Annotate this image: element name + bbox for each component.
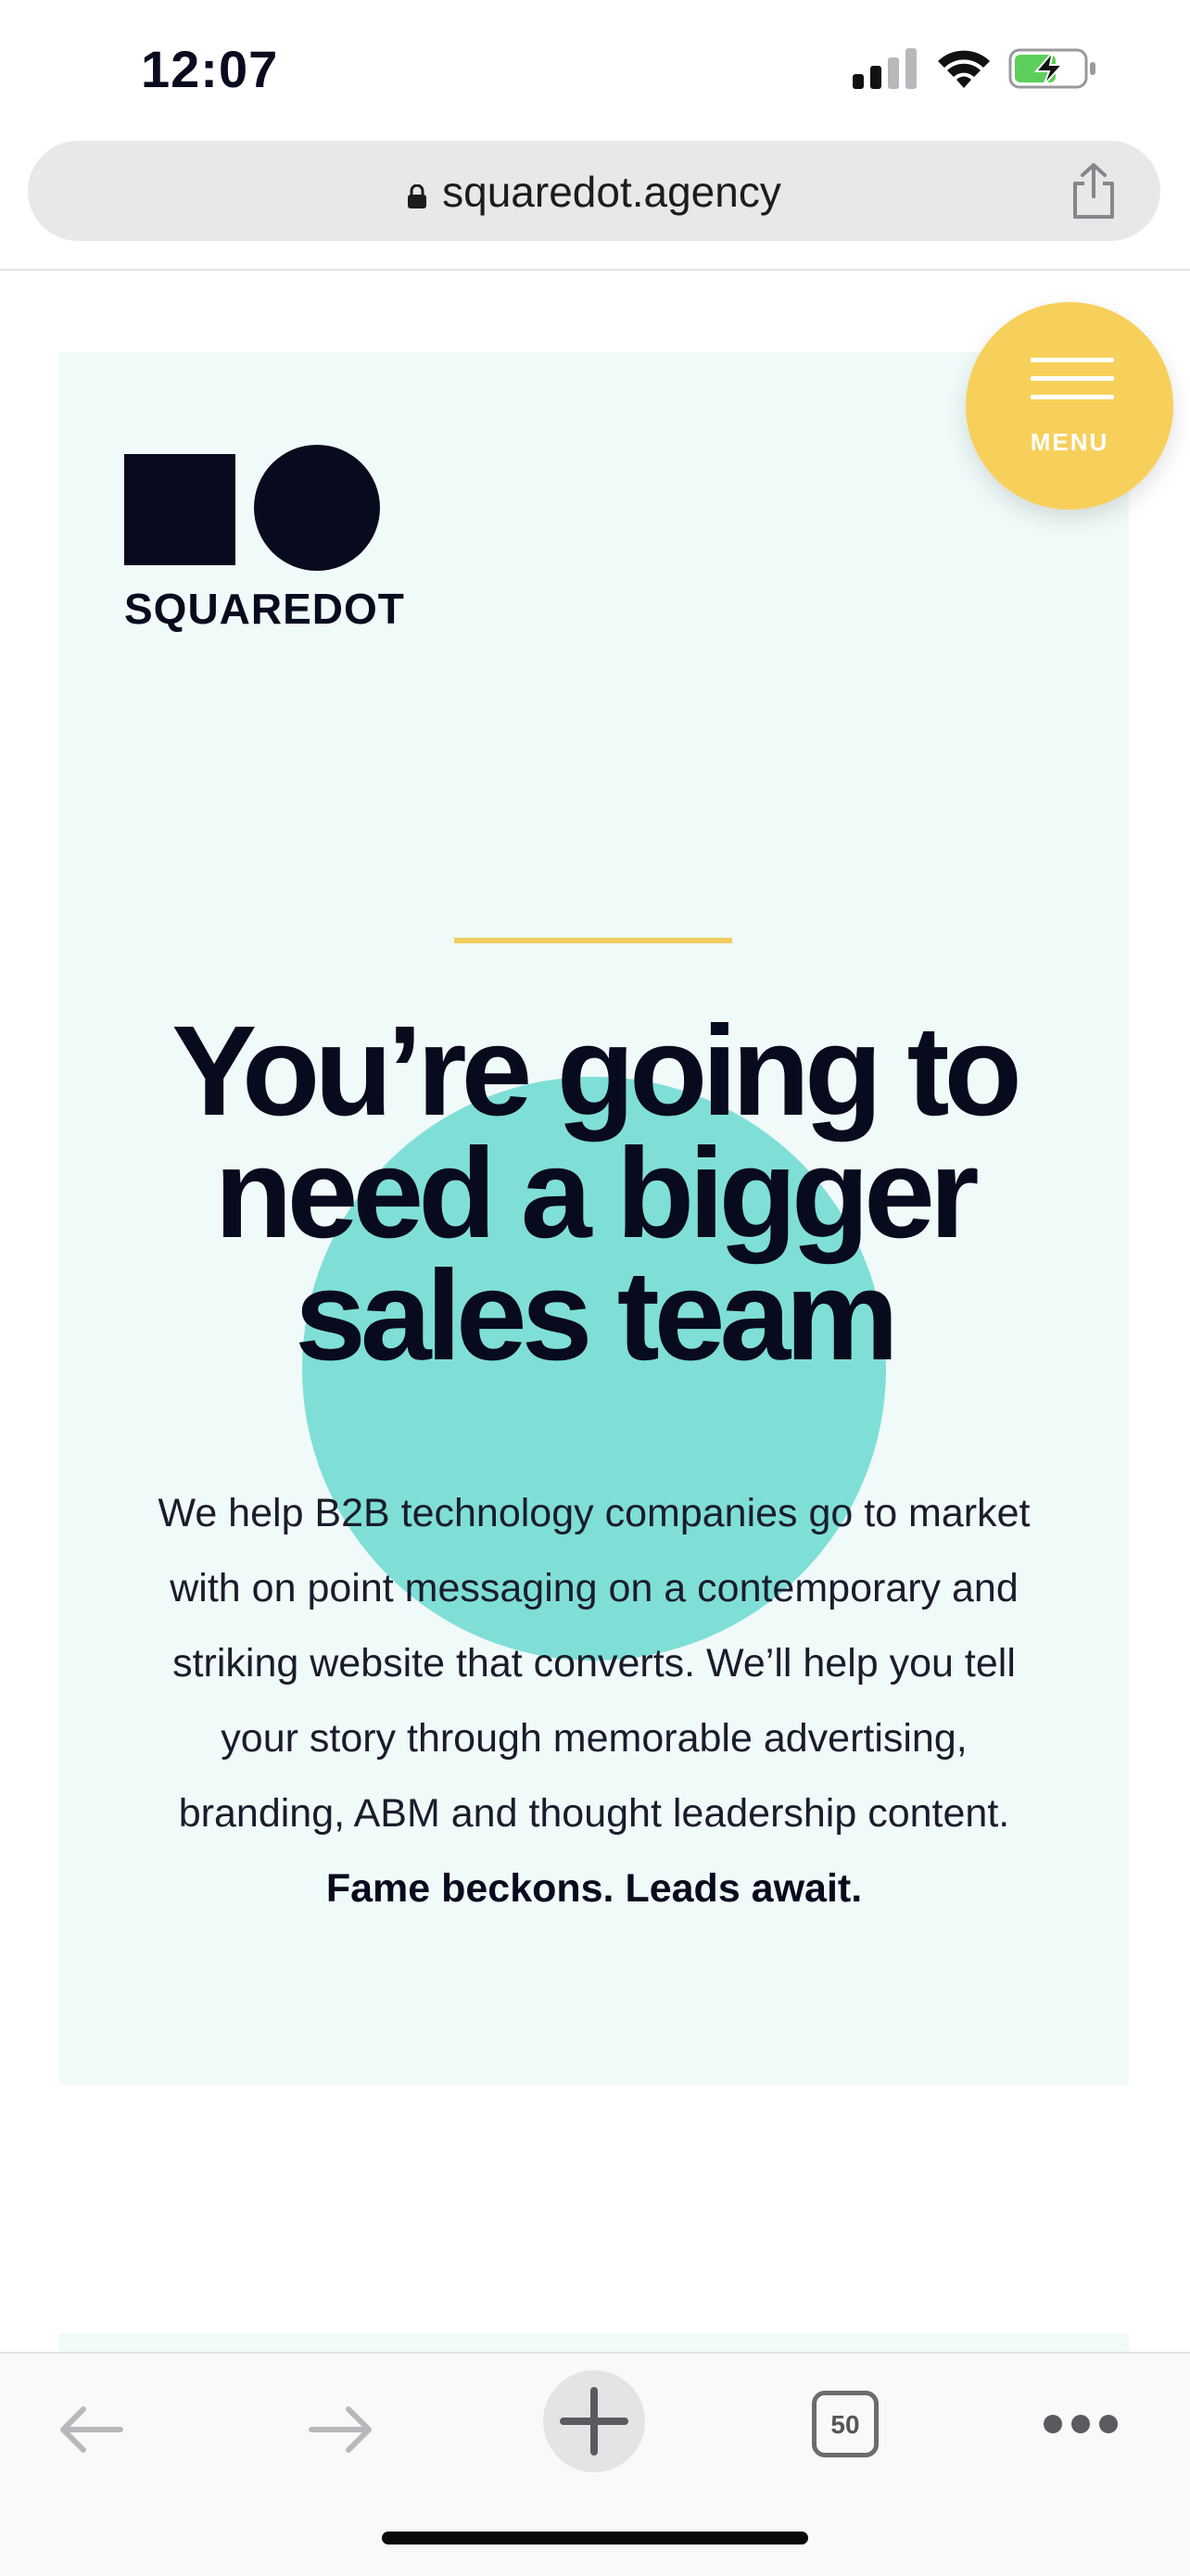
- tabs-button[interactable]: 50: [812, 2391, 879, 2457]
- plus-icon: [560, 2387, 628, 2456]
- next-section-peek: [59, 2333, 1129, 2352]
- cellular-signal-icon: [853, 48, 917, 89]
- url-display[interactable]: squaredot.agency: [28, 167, 1160, 217]
- tab-count: 50: [830, 2410, 860, 2439]
- menu-label: MENU: [1030, 428, 1109, 456]
- toolbar-divider: [0, 269, 1190, 271]
- squaredot-logo[interactable]: SQUAREDOT: [124, 445, 404, 639]
- hero-section: SQUAREDOT You’re going to need a bigger …: [59, 352, 1129, 2085]
- status-bar: 12:07: [0, 0, 1190, 139]
- description-line: We help B2B technology companies go to m…: [158, 1491, 1031, 1535]
- description-line: branding, ABM and thought leadership con…: [178, 1791, 1010, 1836]
- logo-wordmark: SQUAREDOT: [124, 585, 405, 633]
- hamburger-icon: [1031, 358, 1114, 415]
- logo-dot-mark: [254, 445, 380, 571]
- hero-description: We help B2B technology companies go to m…: [124, 1476, 1064, 1926]
- forward-arrow-icon[interactable]: [304, 2393, 378, 2467]
- accent-line: [454, 938, 732, 943]
- wifi-icon: [938, 50, 990, 88]
- url-text: squaredot.agency: [442, 168, 781, 216]
- back-arrow-icon[interactable]: [54, 2393, 128, 2467]
- headline-line: You’re going to: [171, 1000, 1022, 1143]
- lock-icon: [408, 184, 427, 208]
- status-time: 12:07: [141, 40, 279, 98]
- description-line: your story through memorable advertising…: [221, 1716, 968, 1761]
- description-line: with on point messaging on a contemporar…: [170, 1566, 1019, 1610]
- headline-line: sales team: [295, 1244, 899, 1387]
- hero-headline: You’re going to need a bigger sales team: [59, 1000, 1129, 1387]
- new-tab-button[interactable]: [543, 2370, 645, 2472]
- description-line: striking website that converts. We’ll he…: [172, 1641, 1016, 1686]
- hero-tagline: Fame beckons. Leads await.: [325, 1866, 863, 1911]
- address-bar[interactable]: squaredot.agency: [28, 141, 1160, 241]
- more-options-icon[interactable]: [1042, 2413, 1120, 2435]
- share-icon[interactable]: [1068, 161, 1120, 221]
- battery-charging-icon: [1008, 48, 1095, 89]
- logo-square-mark: [124, 454, 235, 565]
- menu-button[interactable]: MENU: [966, 302, 1173, 510]
- headline-line: need a bigger: [214, 1122, 979, 1265]
- home-indicator[interactable]: [382, 2532, 808, 2544]
